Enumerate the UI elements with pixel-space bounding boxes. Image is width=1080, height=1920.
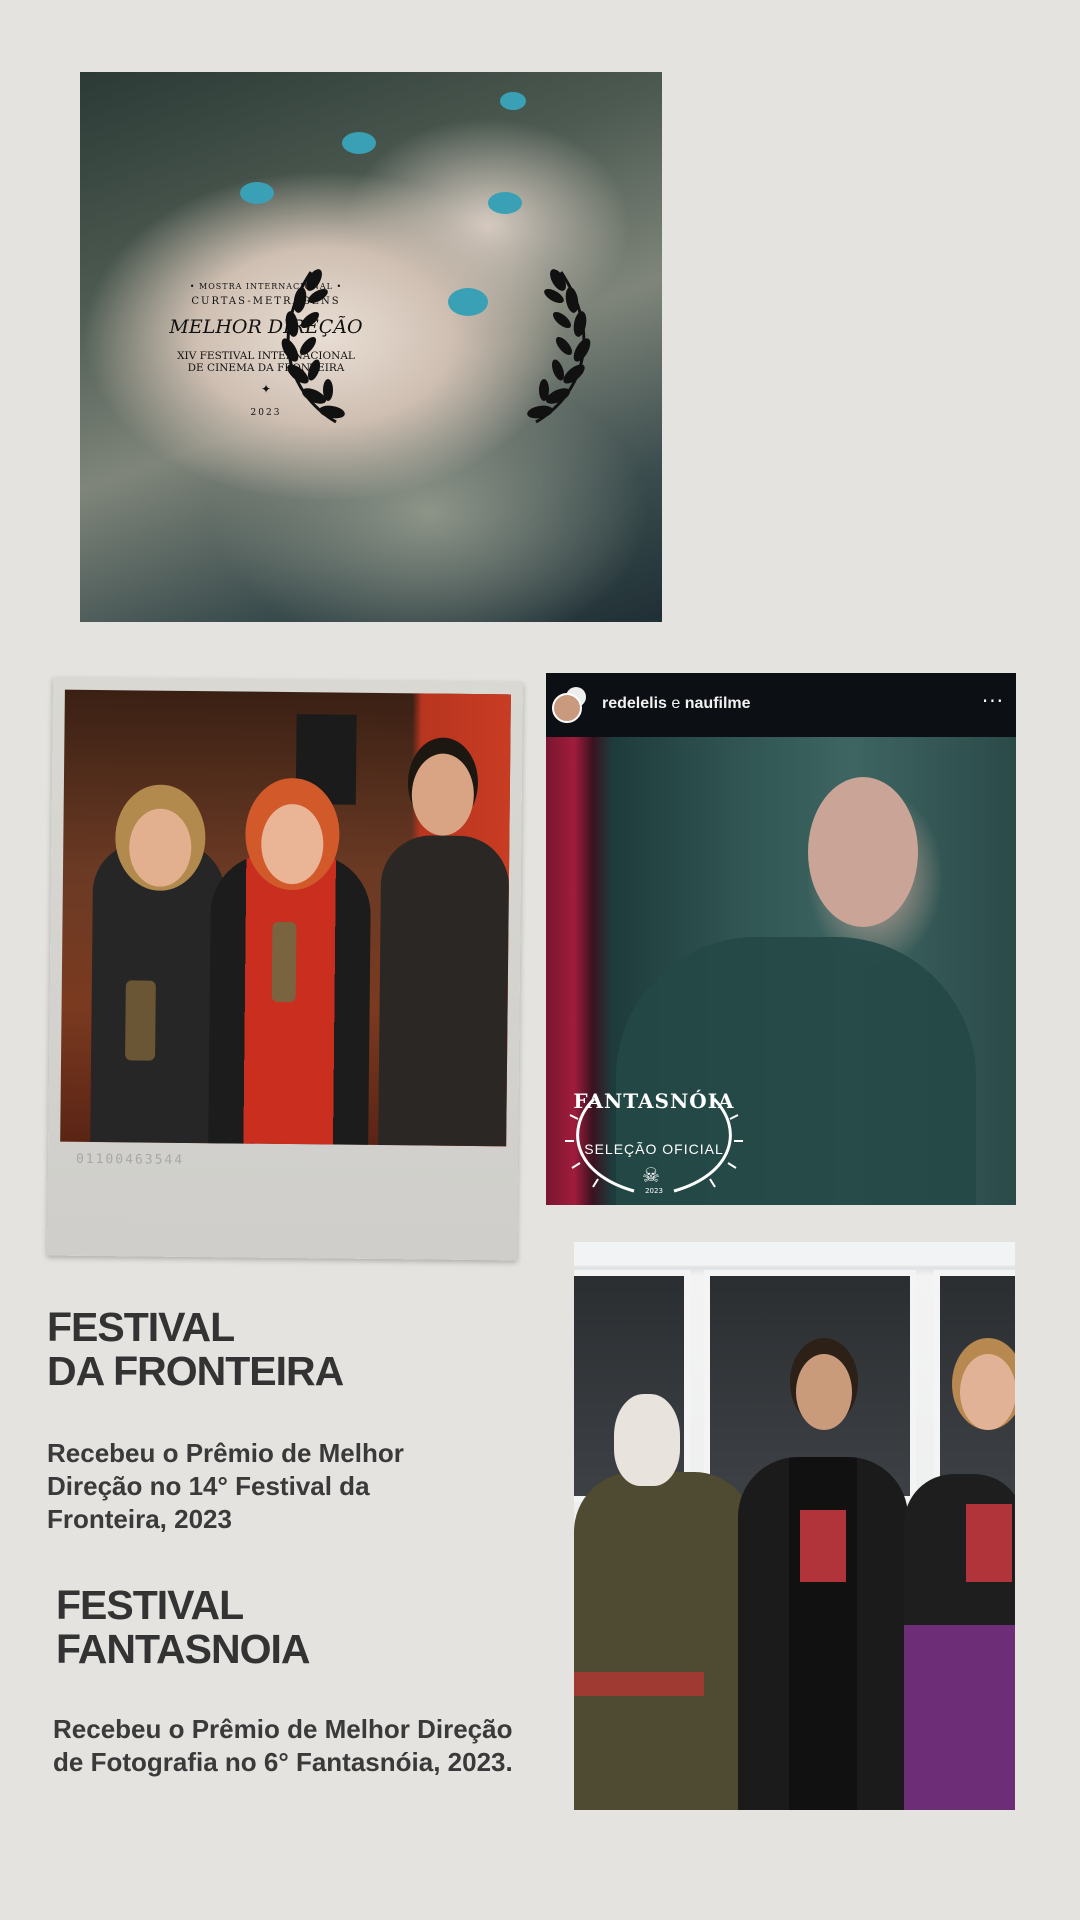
fantasnoia-official-selection-badge: FANTASNÓIA SELEÇÃO OFICIAL ☠ 2023: [564, 1079, 744, 1199]
instagram-usernames: redelelis e naufilme: [602, 695, 751, 713]
section-heading-fantasnoia: FESTIVAL FANTASNOIA: [56, 1583, 476, 1671]
section-heading-fronteira: FESTIVAL DA FRONTEIRA: [47, 1305, 467, 1393]
official-selection-label: SELEÇÃO OFICIAL: [584, 1141, 724, 1157]
festival-group-photo: [574, 1242, 1015, 1810]
person-shape: [90, 841, 226, 1144]
badge-year: 2023: [645, 1187, 663, 1195]
comic-book-shape: [966, 1504, 1012, 1582]
skull-icon: ☠: [642, 1163, 660, 1187]
username-naufilme[interactable]: naufilme: [685, 695, 751, 712]
award-year: 2023: [250, 408, 282, 418]
nail-shape: [488, 192, 522, 214]
heading-line: DA FRONTEIRA: [47, 1348, 344, 1394]
costume-figure-shape: [574, 1472, 754, 1810]
polaroid-photo-frame: 01100463544: [46, 677, 524, 1261]
person-head-shape: [796, 1354, 852, 1430]
instagram-post-header: redelelis e naufilme ···: [546, 673, 1016, 737]
award-title: MELHOR DIREÇÃO: [169, 316, 363, 338]
award-festival-name: XIV FESTIVAL INTERNACIONAL DE CINEMA DA …: [154, 350, 378, 374]
nail-shape: [240, 182, 274, 204]
avatar[interactable]: [552, 693, 582, 723]
username-joiner: e: [671, 695, 681, 712]
person-head-shape: [808, 777, 918, 927]
award-category-line: • MOSTRA INTERNACIONAL •: [189, 282, 343, 291]
person-shape: [378, 835, 510, 1147]
heading-line: FESTIVAL: [56, 1582, 244, 1628]
section-description-fantasnoia: Recebeu o Prêmio de Melhor Direção de Fo…: [53, 1714, 513, 1777]
more-options-icon[interactable]: ···: [982, 689, 1004, 713]
award-festival-line2: DE CINEMA DA FRONTEIRA: [187, 362, 345, 374]
award-category-subline: CURTAS-METRAGENS: [191, 296, 341, 307]
star-icon: ✦: [260, 382, 272, 396]
trophy-shape: [271, 921, 297, 1003]
heading-line: FANTASNOIA: [56, 1626, 310, 1672]
username-redelelis[interactable]: redelelis: [602, 695, 667, 712]
polaroid-film-code: 01100463544: [75, 1151, 185, 1168]
comic-book-shape: [800, 1510, 846, 1582]
instagram-post-card: redelelis e naufilme ··· FANTASNÓIA SELE…: [546, 673, 1016, 1205]
fantasnoia-title: FANTASNÓIA: [573, 1089, 735, 1113]
award-laurel-badge: • MOSTRA INTERNACIONAL • CURTAS-METRAGEN…: [96, 262, 591, 432]
person-head-shape: [411, 753, 475, 836]
belt-shape: [574, 1672, 704, 1696]
nail-shape: [500, 92, 526, 110]
speaker-shape: [295, 714, 357, 805]
section-description-fronteira: Recebeu o Prêmio de Melhor Direção no 14…: [47, 1438, 404, 1534]
hockey-mask-shape: [614, 1394, 680, 1486]
award-festival-line1: XIV FESTIVAL INTERNACIONAL: [177, 350, 355, 362]
trophy-shape: [125, 980, 156, 1061]
person-head-shape: [960, 1354, 1015, 1430]
heading-line: FESTIVAL: [47, 1304, 235, 1350]
award-ceremony-photo: [60, 689, 511, 1147]
film-still-woman-photo: FANTASNÓIA SELEÇÃO OFICIAL ☠ 2023: [546, 737, 1016, 1205]
nail-shape: [342, 132, 376, 154]
